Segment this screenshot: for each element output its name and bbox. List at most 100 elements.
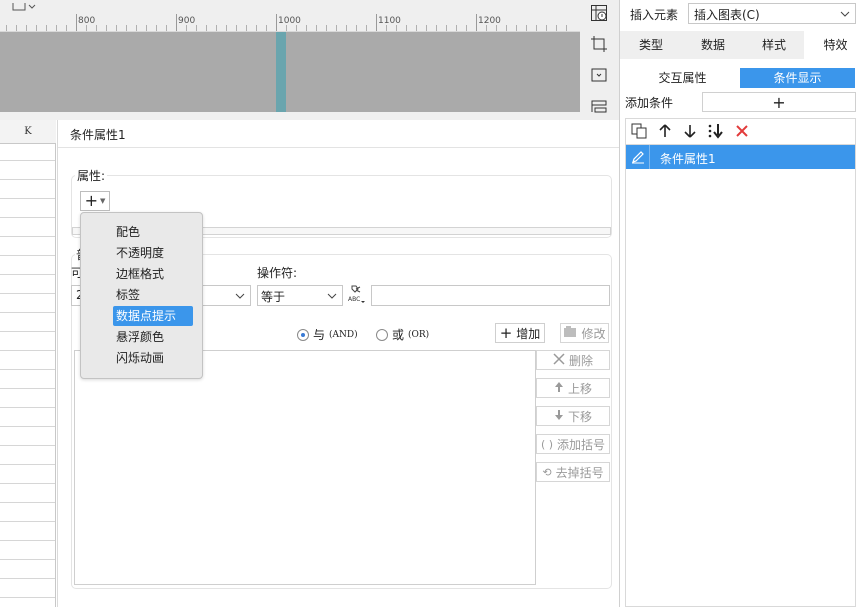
add-bracket-button[interactable]: ( ) 添加括号	[536, 434, 610, 454]
ruler-tick	[156, 25, 157, 31]
ruler-tick	[6, 25, 7, 31]
value-type-icon[interactable]: ABC	[347, 284, 367, 306]
sheet-row-line	[0, 217, 55, 218]
sheet-row-line	[0, 483, 55, 484]
ruler-tick	[86, 25, 87, 31]
menu-item-border[interactable]: 边框格式	[113, 264, 167, 284]
shape-dropdown-icon[interactable]	[12, 0, 38, 11]
ruler-tick	[466, 25, 467, 31]
sheet-row-line	[0, 521, 55, 522]
cell-attribute-icon[interactable]	[588, 2, 610, 24]
sheet-row-line	[0, 426, 55, 427]
attribute-type-menu: 配色 不透明度 边框格式 标签 数据点提示 悬浮颜色 闪烁动画	[80, 212, 203, 379]
move-up-button[interactable]: 上移	[536, 378, 610, 398]
edit-icon[interactable]	[626, 145, 650, 169]
ruler-tick	[166, 25, 167, 31]
chevron-down-icon: ▼	[100, 196, 106, 205]
sheet-row-line	[0, 464, 55, 465]
plus-icon: +	[499, 323, 513, 342]
ruler-tick	[356, 25, 357, 31]
move-to-bottom-icon[interactable]	[707, 122, 725, 140]
tab-data[interactable]: 数据	[682, 31, 744, 59]
design-canvas[interactable]	[0, 32, 580, 112]
crop-icon[interactable]	[588, 33, 610, 55]
menu-item-color[interactable]: 配色	[113, 222, 143, 242]
bracket-icon: ( )	[540, 437, 554, 451]
plus-icon: +	[772, 92, 786, 112]
modify-icon	[563, 325, 577, 341]
delete-button[interactable]: 删除	[536, 350, 610, 370]
add-condition-button[interactable]: +	[702, 92, 856, 112]
canvas-column-marker[interactable]	[276, 32, 286, 112]
ruler-tick	[556, 25, 557, 31]
menu-item-hover-color[interactable]: 悬浮颜色	[113, 327, 167, 347]
ruler-tick	[486, 25, 487, 31]
ruler-tick	[506, 25, 507, 31]
ruler-tick	[566, 25, 567, 31]
move-down-button[interactable]: 下移	[536, 406, 610, 426]
radio-or[interactable]: 或 (OR)	[376, 326, 429, 343]
ruler-tick	[456, 25, 457, 31]
tool-icon-bar	[580, 0, 619, 120]
insert-chart-select[interactable]: 插入图表(C)	[688, 3, 856, 24]
sheet-row-line	[0, 597, 55, 598]
arrow-up-icon[interactable]	[656, 122, 674, 140]
layout-icon[interactable]	[588, 95, 610, 117]
ruler-tick	[386, 25, 387, 31]
tab-style[interactable]: 样式	[744, 31, 804, 59]
ruler-tick	[56, 25, 57, 31]
remove-bracket-button[interactable]: ⟲ 去掉括号	[536, 462, 610, 482]
ruler-tick	[236, 25, 237, 31]
menu-item-opacity[interactable]: 不透明度	[113, 243, 167, 263]
delete-icon[interactable]	[733, 122, 751, 140]
ruler-label: 1100	[378, 16, 401, 26]
menu-item-label[interactable]: 标签	[113, 285, 143, 305]
ruler-tick	[516, 25, 517, 31]
modify-button[interactable]: 修改	[560, 323, 609, 343]
ruler-tick	[406, 25, 407, 31]
tab-conditional-display[interactable]: 条件显示	[740, 68, 855, 88]
menu-item-tooltip[interactable]: 数据点提示	[113, 306, 193, 326]
sheet-row-line	[0, 236, 55, 237]
ruler-tick	[286, 25, 287, 31]
tab-type[interactable]: 类型	[620, 31, 682, 59]
add-attribute-button[interactable]: + ▼	[80, 191, 110, 211]
add-condition-label: 添加条件	[625, 96, 674, 110]
divider	[58, 147, 624, 148]
sheet-row-line	[0, 369, 55, 370]
ruler-tick	[316, 25, 317, 31]
condition-toolbar	[625, 118, 856, 144]
sheet-row-line	[0, 350, 55, 351]
column-header[interactable]: K	[0, 120, 56, 144]
list-item[interactable]: 条件属性1	[626, 145, 855, 169]
condition-value-input[interactable]	[371, 285, 610, 306]
remove-bracket-icon: ⟲	[542, 465, 552, 479]
sheet-row-line	[0, 540, 55, 541]
operator-select-value: 等于	[261, 290, 286, 304]
arrow-down-icon[interactable]	[681, 122, 699, 140]
ruler-tick	[216, 25, 217, 31]
ruler-tick	[26, 25, 27, 31]
condition-list-box[interactable]	[74, 350, 536, 585]
tab-interaction[interactable]: 交互属性	[625, 68, 740, 88]
sheet-row-line	[0, 407, 55, 408]
copy-icon[interactable]	[630, 122, 648, 140]
operator-label: 操作符:	[257, 266, 298, 280]
ruler-label: 1000	[278, 16, 301, 26]
sheet-row-line	[0, 179, 55, 180]
tab-effects[interactable]: 特效	[804, 31, 866, 59]
add-button[interactable]: + 增加	[495, 323, 545, 343]
radio-and[interactable]: 与 (AND)	[297, 326, 358, 343]
panel-title: 条件属性1	[70, 128, 126, 142]
ruler-label: 1200	[478, 16, 501, 26]
ruler-tick	[546, 25, 547, 31]
sheet-row-line	[0, 198, 55, 199]
menu-item-flash-animation[interactable]: 闪烁动画	[113, 348, 167, 368]
delete-button-label: 删除	[568, 353, 593, 368]
sheet-row-line	[0, 160, 55, 161]
ruler-tick	[296, 25, 297, 31]
ruler-tick	[346, 25, 347, 31]
ruler-tick	[226, 25, 227, 31]
operator-select[interactable]: 等于	[257, 285, 343, 306]
widget-icon[interactable]	[588, 64, 610, 86]
